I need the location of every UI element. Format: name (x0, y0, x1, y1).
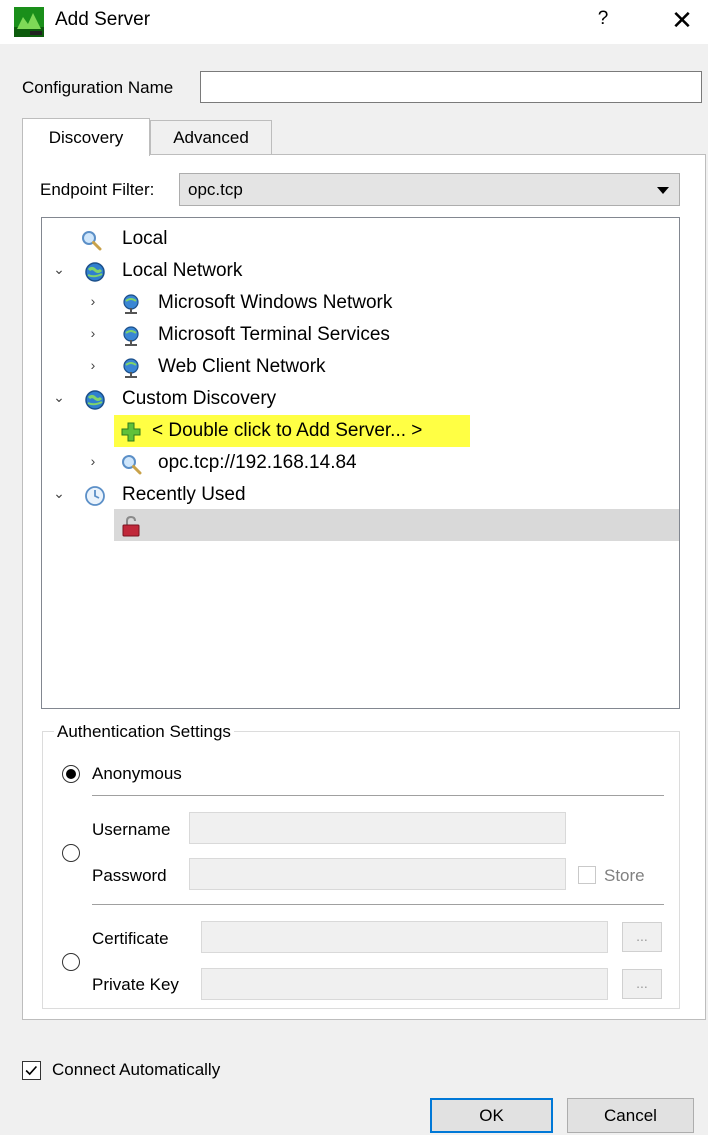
search-icon (122, 455, 142, 475)
clock-icon (85, 486, 105, 506)
endpoint-filter-label: Endpoint Filter: (40, 180, 155, 199)
chevron-down-icon[interactable]: ⌄ (52, 390, 66, 404)
help-button[interactable]: ? (591, 8, 615, 30)
tree-item-custom-discovery[interactable]: ⌄ Custom Discovery (42, 383, 679, 415)
tree-item-label: Local (122, 228, 168, 249)
tree-item-label: Recently Used (122, 484, 246, 505)
chevron-right-icon[interactable]: › (86, 358, 100, 372)
ok-button[interactable]: OK (430, 1098, 553, 1133)
certificate-radio[interactable] (62, 953, 80, 971)
server-tree[interactable]: Local ⌄ Local Network › Microsoft Window… (41, 217, 680, 709)
tree-item-recent-server[interactable] (114, 509, 679, 541)
tree-item-label: Custom Discovery (122, 388, 277, 409)
tree-item-microsoft-windows-network[interactable]: › Microsoft Windows Network (42, 287, 679, 319)
close-button[interactable]: ✕ (668, 4, 696, 36)
tree-item-label: Microsoft Terminal Services (158, 324, 390, 345)
tree-item-label: opc.tcp://192.168.14.84 (158, 452, 357, 473)
search-icon (82, 231, 102, 251)
network-node-icon (123, 294, 139, 314)
unlocked-padlock-icon (122, 515, 140, 537)
chevron-down-icon[interactable]: ⌄ (52, 262, 66, 276)
tab-discovery[interactable]: Discovery (22, 118, 150, 156)
configuration-name-input[interactable] (200, 71, 702, 103)
tree-item-local[interactable]: Local (42, 223, 679, 255)
private-key-browse-button[interactable]: ... (622, 969, 662, 999)
anonymous-label: Anonymous (92, 764, 182, 783)
dropdown-arrow-icon (657, 187, 669, 194)
tree-item-label: Microsoft Windows Network (158, 292, 393, 313)
tree-item-add-server[interactable]: < Double click to Add Server... > (42, 415, 679, 447)
password-input[interactable] (189, 858, 566, 890)
connect-automatically-checkbox[interactable] (22, 1061, 41, 1080)
network-globe-icon (85, 390, 105, 410)
store-checkbox[interactable] (578, 866, 596, 884)
plus-icon (121, 422, 141, 442)
separator (92, 795, 664, 796)
tree-item-label: < Double click to Add Server... > (152, 420, 423, 441)
anonymous-radio[interactable] (62, 765, 80, 783)
tree-item-web-client-network[interactable]: › Web Client Network (42, 351, 679, 383)
store-label: Store (604, 866, 645, 885)
tab-advanced[interactable]: Advanced (150, 120, 272, 154)
connect-automatically-label: Connect Automatically (52, 1060, 221, 1079)
tree-item-label: Local Network (122, 260, 243, 281)
chevron-down-icon[interactable]: ⌄ (52, 486, 66, 500)
password-label: Password (92, 866, 167, 885)
endpoint-filter-select[interactable]: opc.tcp (179, 173, 680, 206)
configuration-name-label: Configuration Name (22, 78, 174, 97)
chevron-right-icon[interactable]: › (86, 326, 100, 340)
endpoint-filter-value: opc.tcp (188, 180, 243, 199)
chevron-right-icon[interactable]: › (86, 454, 100, 468)
network-node-icon (123, 358, 139, 378)
username-label: Username (92, 820, 171, 839)
tree-item-recently-used[interactable]: ⌄ Recently Used (42, 479, 679, 511)
app-icon (14, 7, 44, 37)
separator (92, 904, 664, 905)
tree-item-opc-tcp-address[interactable]: › opc.tcp://192.168.14.84 (42, 447, 679, 479)
cancel-button[interactable]: Cancel (567, 1098, 694, 1133)
window-title: Add Server (55, 9, 151, 30)
tree-item-local-network[interactable]: ⌄ Local Network (42, 255, 679, 287)
network-globe-icon (85, 262, 105, 282)
private-key-label: Private Key (92, 975, 179, 994)
tree-item-microsoft-terminal-services[interactable]: › Microsoft Terminal Services (42, 319, 679, 351)
certificate-input[interactable] (201, 921, 608, 953)
private-key-input[interactable] (201, 968, 608, 1000)
chevron-right-icon[interactable]: › (86, 294, 100, 308)
username-input[interactable] (189, 812, 566, 844)
username-password-radio[interactable] (62, 844, 80, 862)
network-node-icon (123, 326, 139, 346)
tree-item-label: Web Client Network (158, 356, 326, 377)
certificate-label: Certificate (92, 929, 169, 948)
certificate-browse-button[interactable]: ... (622, 922, 662, 952)
authentication-settings-title: Authentication Settings (54, 722, 234, 742)
